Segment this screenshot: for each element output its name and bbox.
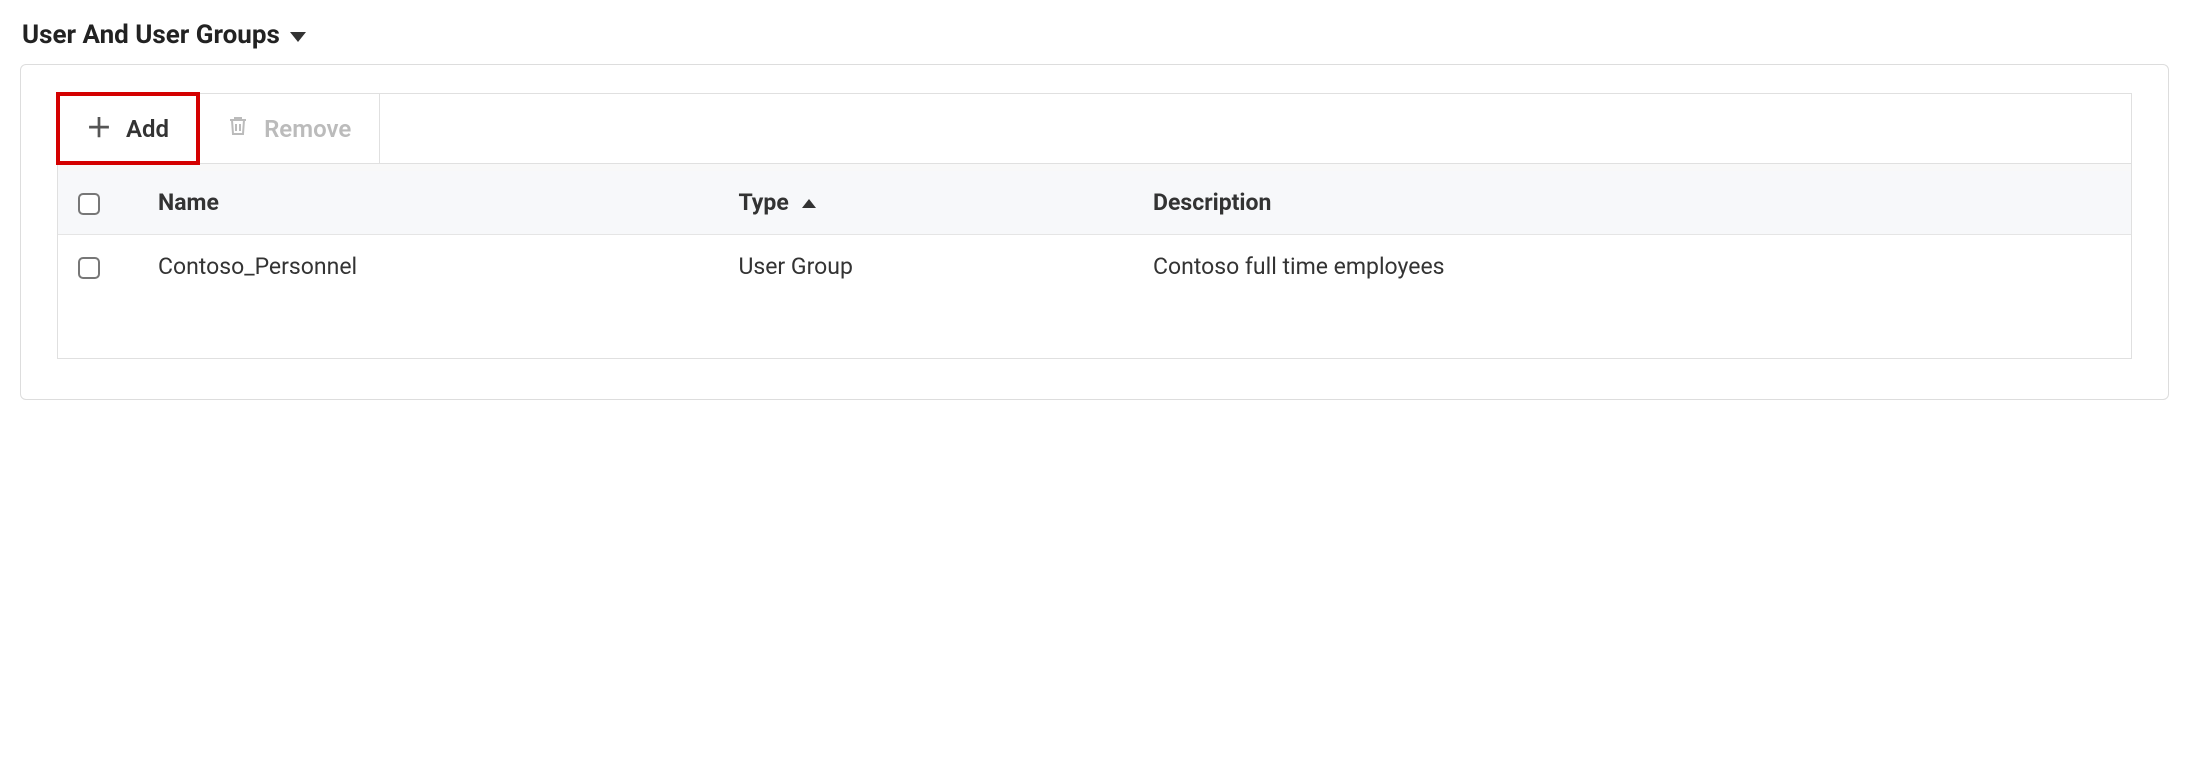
plus-icon: ＋ bbox=[86, 116, 112, 142]
remove-button-label: Remove bbox=[264, 115, 351, 143]
header-checkbox-cell bbox=[58, 171, 138, 235]
header-type[interactable]: Type bbox=[718, 171, 1133, 235]
header-name-label: Name bbox=[158, 189, 219, 216]
row-name: Contoso_Personnel bbox=[138, 235, 718, 299]
header-description[interactable]: Description bbox=[1133, 171, 2131, 235]
header-description-label: Description bbox=[1153, 189, 1271, 216]
add-button[interactable]: ＋ Add bbox=[58, 94, 198, 163]
toolbar: ＋ Add Remove bbox=[57, 93, 2132, 163]
select-all-checkbox[interactable] bbox=[78, 193, 100, 215]
row-checkbox-cell bbox=[58, 235, 138, 299]
table-header-row: Name Type Description bbox=[58, 171, 2131, 235]
table-wrapper: Name Type Description Contoso_P bbox=[57, 171, 2132, 359]
remove-button: Remove bbox=[198, 94, 380, 163]
user-groups-table: Name Type Description Contoso_P bbox=[58, 171, 2131, 298]
section-header[interactable]: User And User Groups bbox=[20, 20, 2169, 50]
add-button-label: Add bbox=[126, 115, 169, 143]
row-description: Contoso full time employees bbox=[1133, 235, 2131, 299]
panel-user-groups: ＋ Add Remove Name bbox=[20, 64, 2169, 400]
header-name[interactable]: Name bbox=[138, 171, 718, 235]
row-checkbox[interactable] bbox=[78, 257, 100, 279]
header-type-label: Type bbox=[738, 189, 788, 216]
toolbar-spacer bbox=[380, 94, 2131, 163]
chevron-down-icon bbox=[290, 32, 306, 42]
row-type: User Group bbox=[718, 235, 1133, 299]
table-row[interactable]: Contoso_Personnel User Group Contoso ful… bbox=[58, 235, 2131, 299]
sort-ascending-icon bbox=[802, 199, 816, 208]
toolbar-divider bbox=[57, 163, 2132, 171]
section-title: User And User Groups bbox=[22, 20, 280, 50]
trash-icon bbox=[226, 113, 250, 145]
